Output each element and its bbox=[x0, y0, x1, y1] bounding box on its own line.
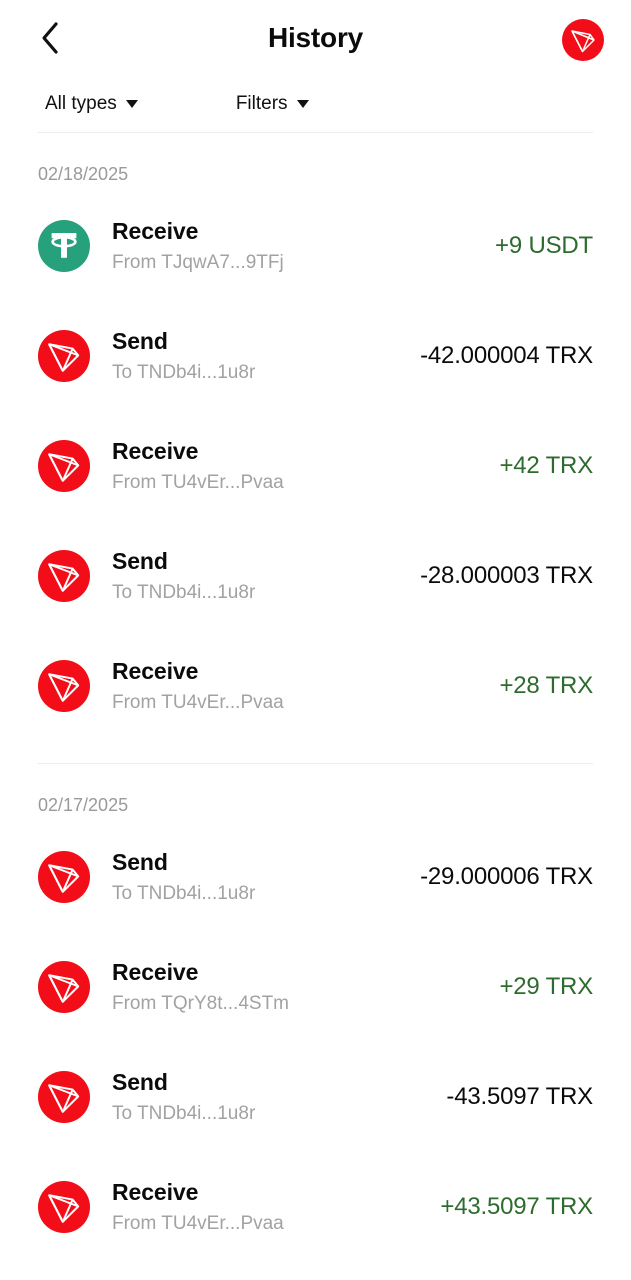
back-button[interactable] bbox=[28, 14, 72, 62]
transaction-details: Send To TNDb4i...1u8r bbox=[90, 848, 420, 907]
filters-dropdown[interactable]: Filters bbox=[236, 87, 309, 121]
transaction-details: Send To TNDb4i...1u8r bbox=[90, 327, 420, 386]
tron-logo-glyph bbox=[48, 1084, 80, 1113]
transaction-row[interactable]: Receive From TU4vEr...Pvaa +28 TRX bbox=[0, 631, 631, 741]
transaction-type: Receive bbox=[112, 437, 199, 464]
transaction-address: To TNDb4i...1u8r bbox=[112, 882, 256, 904]
type-filter-dropdown[interactable]: All types bbox=[45, 87, 138, 121]
transaction-address: To TNDb4i...1u8r bbox=[112, 1102, 256, 1124]
chevron-down-icon bbox=[125, 100, 138, 108]
usdt-logo-icon bbox=[38, 220, 90, 272]
app-header: History bbox=[0, 0, 631, 76]
transaction-type: Send bbox=[112, 547, 168, 574]
chevron-down-icon bbox=[296, 100, 309, 108]
tron-logo-glyph bbox=[48, 563, 80, 592]
transaction-address: To TNDb4i...1u8r bbox=[112, 581, 256, 603]
transaction-amount: +28 TRX bbox=[499, 672, 593, 699]
transaction-amount: +29 TRX bbox=[499, 973, 593, 1000]
transaction-row[interactable]: Receive From TJqwA7...9TFj +9 USDT bbox=[0, 191, 631, 301]
transaction-type: Send bbox=[112, 327, 168, 354]
tron-logo-glyph bbox=[48, 1194, 80, 1223]
filters-label: Filters bbox=[235, 93, 288, 114]
transaction-amount: +9 USDT bbox=[495, 232, 593, 259]
transaction-row[interactable]: Send To TNDb4i...1u8r -28.000003 TRX bbox=[0, 521, 631, 631]
transaction-row[interactable]: Receive From TU4vEr...Pvaa +43.5097 TRX bbox=[0, 1152, 631, 1262]
tron-logo-glyph bbox=[48, 673, 80, 702]
transaction-address: From TU4vEr...Pvaa bbox=[112, 691, 284, 713]
transaction-details: Send To TNDb4i...1u8r bbox=[90, 547, 420, 606]
transaction-row[interactable]: Send To TNDb4i...1u8r -43.5097 TRX bbox=[0, 1042, 631, 1152]
transaction-details: Send To TNDb4i...1u8r bbox=[90, 1068, 446, 1127]
transaction-type: Receive bbox=[112, 1178, 199, 1205]
tron-logo-glyph bbox=[48, 453, 80, 482]
transaction-address: To TNDb4i...1u8r bbox=[112, 361, 256, 383]
transaction-row[interactable]: Send To TNDb4i...1u8r -42.000004 TRX bbox=[0, 301, 631, 411]
tron-logo-icon bbox=[38, 961, 90, 1013]
transaction-address: From TQrY8t...4STm bbox=[112, 992, 290, 1014]
transaction-details: Receive From TU4vEr...Pvaa bbox=[90, 1178, 440, 1237]
tron-logo-icon bbox=[38, 1071, 90, 1123]
date-group-header: 02/18/2025 bbox=[38, 164, 129, 184]
transaction-list: 02/18/2025 Receive From TJqwA7...9TFj +9 U… bbox=[0, 133, 631, 1280]
transaction-address: From TU4vEr...Pvaa bbox=[112, 1212, 284, 1234]
transaction-details: Receive From TJqwA7...9TFj bbox=[90, 217, 495, 276]
transaction-amount: -28.000003 TRX bbox=[420, 562, 593, 589]
transaction-details: Receive From TQrY8t...4STm bbox=[90, 958, 499, 1017]
transaction-amount: -43.5097 TRX bbox=[446, 1083, 593, 1110]
transaction-amount: -29.000006 TRX bbox=[420, 863, 593, 890]
chevron-left-icon bbox=[42, 22, 58, 54]
history-screen: History All types Filters 02/18/2025 Rec… bbox=[0, 0, 631, 1280]
transaction-type: Send bbox=[112, 848, 168, 875]
transaction-details: Receive From TU4vEr...Pvaa bbox=[90, 437, 499, 496]
filter-bar: All types Filters bbox=[0, 76, 631, 132]
tron-logo-glyph bbox=[562, 19, 604, 61]
tron-logo-glyph bbox=[48, 864, 80, 893]
transaction-address: From TJqwA7...9TFj bbox=[112, 251, 284, 273]
transaction-row[interactable]: Receive From TU4vEr...Pvaa +42 TRX bbox=[0, 411, 631, 521]
type-filter-label: All types bbox=[45, 93, 117, 114]
transaction-details: Receive From TU4vEr...Pvaa bbox=[90, 657, 499, 716]
date-group-header: 02/17/2025 bbox=[38, 795, 129, 815]
tron-logo-icon bbox=[38, 440, 90, 492]
transaction-amount: +42 TRX bbox=[499, 452, 593, 479]
tron-logo-icon bbox=[38, 851, 90, 903]
transaction-row[interactable]: Send To TNDb4i...1u8r -29.000006 TRX bbox=[0, 822, 631, 932]
transaction-row[interactable]: Receive From TQrY8t...4STm +29 TRX bbox=[0, 932, 631, 1042]
transaction-type: Receive bbox=[112, 217, 199, 244]
transaction-type: Receive bbox=[112, 657, 199, 684]
page-title: History bbox=[267, 22, 364, 53]
tron-logo-icon bbox=[38, 550, 90, 602]
tron-logo-glyph bbox=[48, 974, 80, 1003]
transaction-amount: +43.5097 TRX bbox=[440, 1193, 593, 1220]
tron-logo-glyph bbox=[48, 343, 80, 372]
tron-logo-icon bbox=[38, 1181, 90, 1233]
tron-logo-icon bbox=[38, 330, 90, 382]
transaction-address: From TU4vEr...Pvaa bbox=[112, 471, 284, 493]
tron-logo-icon[interactable] bbox=[562, 19, 604, 61]
transaction-type: Send bbox=[112, 1068, 168, 1095]
usdt-logo-glyph bbox=[51, 233, 77, 258]
transaction-type: Receive bbox=[112, 958, 199, 985]
tron-logo-icon bbox=[38, 660, 90, 712]
transaction-amount: -42.000004 TRX bbox=[420, 342, 593, 369]
